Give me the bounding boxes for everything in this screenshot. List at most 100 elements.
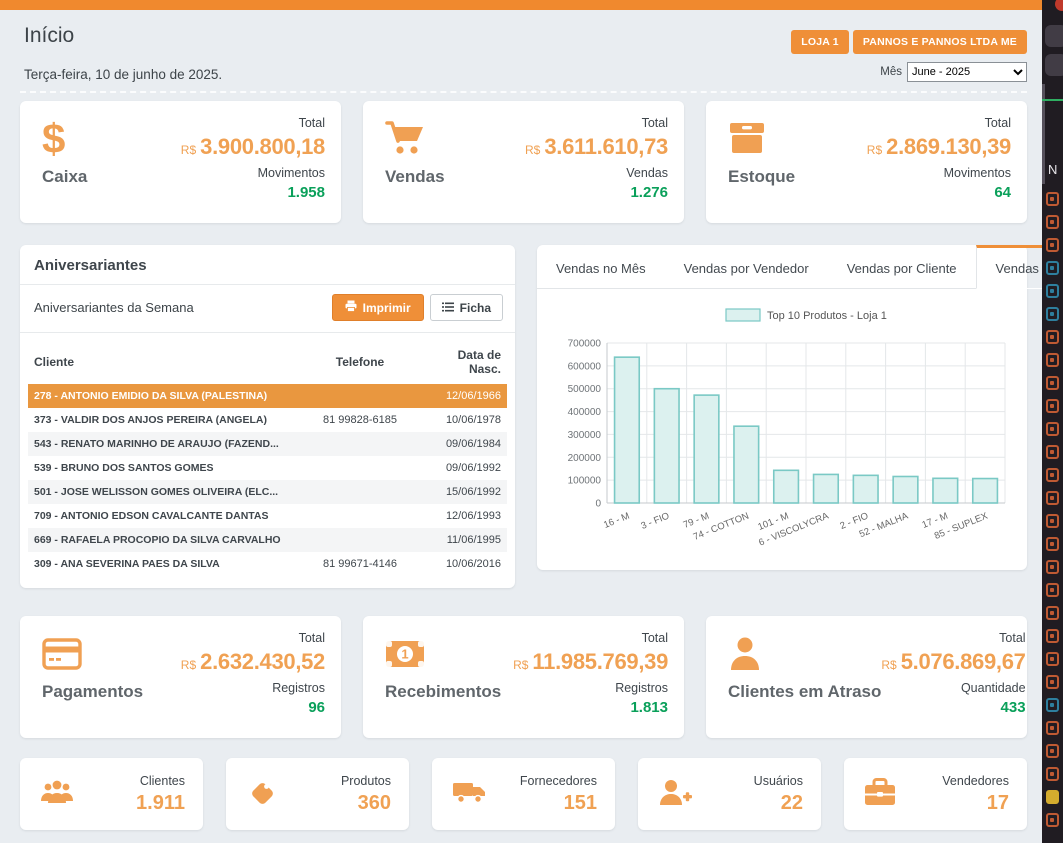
file-icon — [1046, 790, 1059, 804]
count-label: Vendas — [525, 167, 668, 180]
svg-text:1: 1 — [401, 647, 408, 662]
file-icon — [1046, 537, 1059, 551]
tag-icon — [246, 777, 276, 812]
svg-text:16 - M: 16 - M — [602, 511, 631, 531]
count-card-value: 1.911 — [136, 792, 185, 815]
file-icon — [1046, 606, 1059, 620]
month-label: Mês — [880, 66, 902, 78]
tab-vendas-por-cliente[interactable]: Vendas por Cliente — [828, 245, 976, 288]
file-icon — [1046, 629, 1059, 643]
column-header-telefone: Telefone — [301, 339, 419, 384]
total-value: 3.611.610,73 — [544, 134, 668, 159]
file-icon — [1046, 261, 1059, 275]
main-content: Início LOJA 1 PANNOS E PANNOS LTDA ME Te… — [0, 10, 1042, 843]
usuarios-card: Usuários 22 — [638, 758, 821, 830]
file-icon — [1046, 813, 1059, 827]
cell-cliente: 309 - ANA SEVERINA PAES DA SILVA — [28, 552, 301, 576]
table-row[interactable]: 709 - ANTONIO EDSON CAVALCANTE DANTAS12/… — [28, 504, 507, 528]
currency-symbol: R$ — [867, 143, 882, 157]
total-value: 3.900.800,18 — [200, 134, 325, 159]
file-icon — [1046, 698, 1059, 712]
table-row[interactable]: 278 - ANTONIO EMIDIO DA SILVA (PALESTINA… — [28, 384, 507, 408]
table-row[interactable]: 539 - BRUNO DOS SANTOS GOMES 09/06/1992 — [28, 456, 507, 480]
cell-telefone — [301, 504, 419, 528]
adjacent-window-edge: N — [1042, 0, 1063, 843]
cell-cliente: 278 - ANTONIO EMIDIO DA SILVA (PALESTINA… — [28, 384, 301, 408]
file-icon — [1046, 514, 1059, 528]
strip-label: N — [1048, 162, 1057, 177]
window-close-icon — [1055, 0, 1063, 11]
table-row[interactable]: 543 - RENATO MARINHO DE ARAUJO (FAZEND..… — [28, 432, 507, 456]
svg-text:3 - FIO: 3 - FIO — [639, 511, 671, 532]
currency-symbol: R$ — [513, 658, 528, 672]
cell-cliente: 501 - JOSE WELISSON GOMES OLIVEIRA (ELC.… — [28, 480, 301, 504]
total-label: Total — [513, 632, 668, 645]
svg-text:700000: 700000 — [568, 339, 602, 350]
header-buttons: LOJA 1 PANNOS E PANNOS LTDA ME — [791, 30, 1027, 54]
file-icon — [1046, 215, 1059, 229]
count-card-row: Clientes 1.911 Produtos 360 Fornecedores… — [20, 758, 1027, 830]
card-label: Pagamentos — [42, 682, 143, 702]
count-value: 1.276 — [525, 185, 668, 200]
money-bill-icon: 1 — [385, 632, 501, 676]
file-icon — [1046, 560, 1059, 574]
file-icon — [1046, 491, 1059, 505]
count-card-value: 22 — [754, 792, 803, 815]
current-date: Terça-feira, 10 de junho de 2025. — [24, 67, 222, 82]
cell-data-nasc: 09/06/1992 — [419, 456, 507, 480]
estoque-card: Estoque Total R$2.869.130,39 Movimentos … — [706, 101, 1027, 223]
archive-icon — [728, 117, 795, 161]
pagamentos-card: Pagamentos Total R$2.632.430,52 Registro… — [20, 616, 341, 738]
top-products-bar-chart: Top 10 Produtos - Loja 10100000200000300… — [545, 297, 1017, 559]
month-select[interactable]: June - 2025 — [907, 62, 1027, 82]
cell-data-nasc: 15/06/1992 — [419, 480, 507, 504]
count-label: Registros — [181, 682, 325, 695]
tab-vendas-no-mes[interactable]: Vendas no Mês — [537, 245, 665, 288]
tab-vendas-por-vendedor[interactable]: Vendas por Vendedor — [665, 245, 828, 288]
cell-cliente: 539 - BRUNO DOS SANTOS GOMES — [28, 456, 301, 480]
file-icon — [1046, 238, 1059, 252]
file-icon — [1046, 376, 1059, 390]
count-label: Movimentos — [867, 167, 1011, 180]
table-row[interactable]: 309 - ANA SEVERINA PAES DA SILVA81 99671… — [28, 552, 507, 576]
cell-telefone — [301, 480, 419, 504]
table-row[interactable]: 501 - JOSE WELISSON GOMES OLIVEIRA (ELC.… — [28, 480, 507, 504]
recebimentos-card: 1 Recebimentos Total R$11.985.769,39 Reg… — [363, 616, 684, 738]
column-header-data-nasc: Data de Nasc. — [419, 339, 507, 384]
file-icon — [1046, 744, 1059, 758]
count-card-value: 360 — [341, 792, 391, 815]
cell-telefone — [301, 384, 419, 408]
total-label: Total — [881, 632, 1025, 645]
company-button[interactable]: PANNOS E PANNOS LTDA ME — [853, 30, 1027, 54]
table-row[interactable]: 669 - RAFAELA PROCOPIO DA SILVA CARVALHO… — [28, 528, 507, 552]
file-icon — [1046, 399, 1059, 413]
file-icon — [1046, 307, 1059, 321]
cell-telefone — [301, 456, 419, 480]
svg-text:300000: 300000 — [568, 430, 602, 441]
card-label: Estoque — [728, 167, 795, 187]
ficha-button[interactable]: Ficha — [430, 294, 503, 321]
produtos-card: Produtos 360 — [226, 758, 409, 830]
cell-data-nasc: 12/06/1966 — [419, 384, 507, 408]
cell-telefone — [301, 528, 419, 552]
store-button[interactable]: LOJA 1 — [791, 30, 849, 54]
cell-cliente: 669 - RAFAELA PROCOPIO DA SILVA CARVALHO — [28, 528, 301, 552]
total-value: 2.632.430,52 — [200, 649, 325, 674]
file-icon — [1046, 284, 1059, 298]
total-label: Total — [525, 117, 668, 130]
file-icon — [1046, 767, 1059, 781]
svg-text:500000: 500000 — [568, 384, 602, 395]
truck-icon — [452, 779, 486, 810]
print-button[interactable]: Imprimir — [332, 294, 424, 321]
count-card-label: Fornecedores — [520, 774, 597, 788]
cell-cliente: 709 - ANTONIO EDSON CAVALCANTE DANTAS — [28, 504, 301, 528]
file-icon — [1046, 721, 1059, 735]
briefcase-icon — [864, 778, 896, 811]
count-value: 64 — [867, 185, 1011, 200]
cell-data-nasc: 09/06/1984 — [419, 432, 507, 456]
cell-telefone: 81 99828-6185 — [301, 408, 419, 432]
svg-text:100000: 100000 — [568, 476, 602, 487]
table-row[interactable]: 373 - VALDIR DOS ANJOS PEREIRA (ANGELA)8… — [28, 408, 507, 432]
file-icon — [1046, 675, 1059, 689]
clientes-atraso-card: Clientes em Atraso Total R$5.076.869,67 … — [706, 616, 1027, 738]
